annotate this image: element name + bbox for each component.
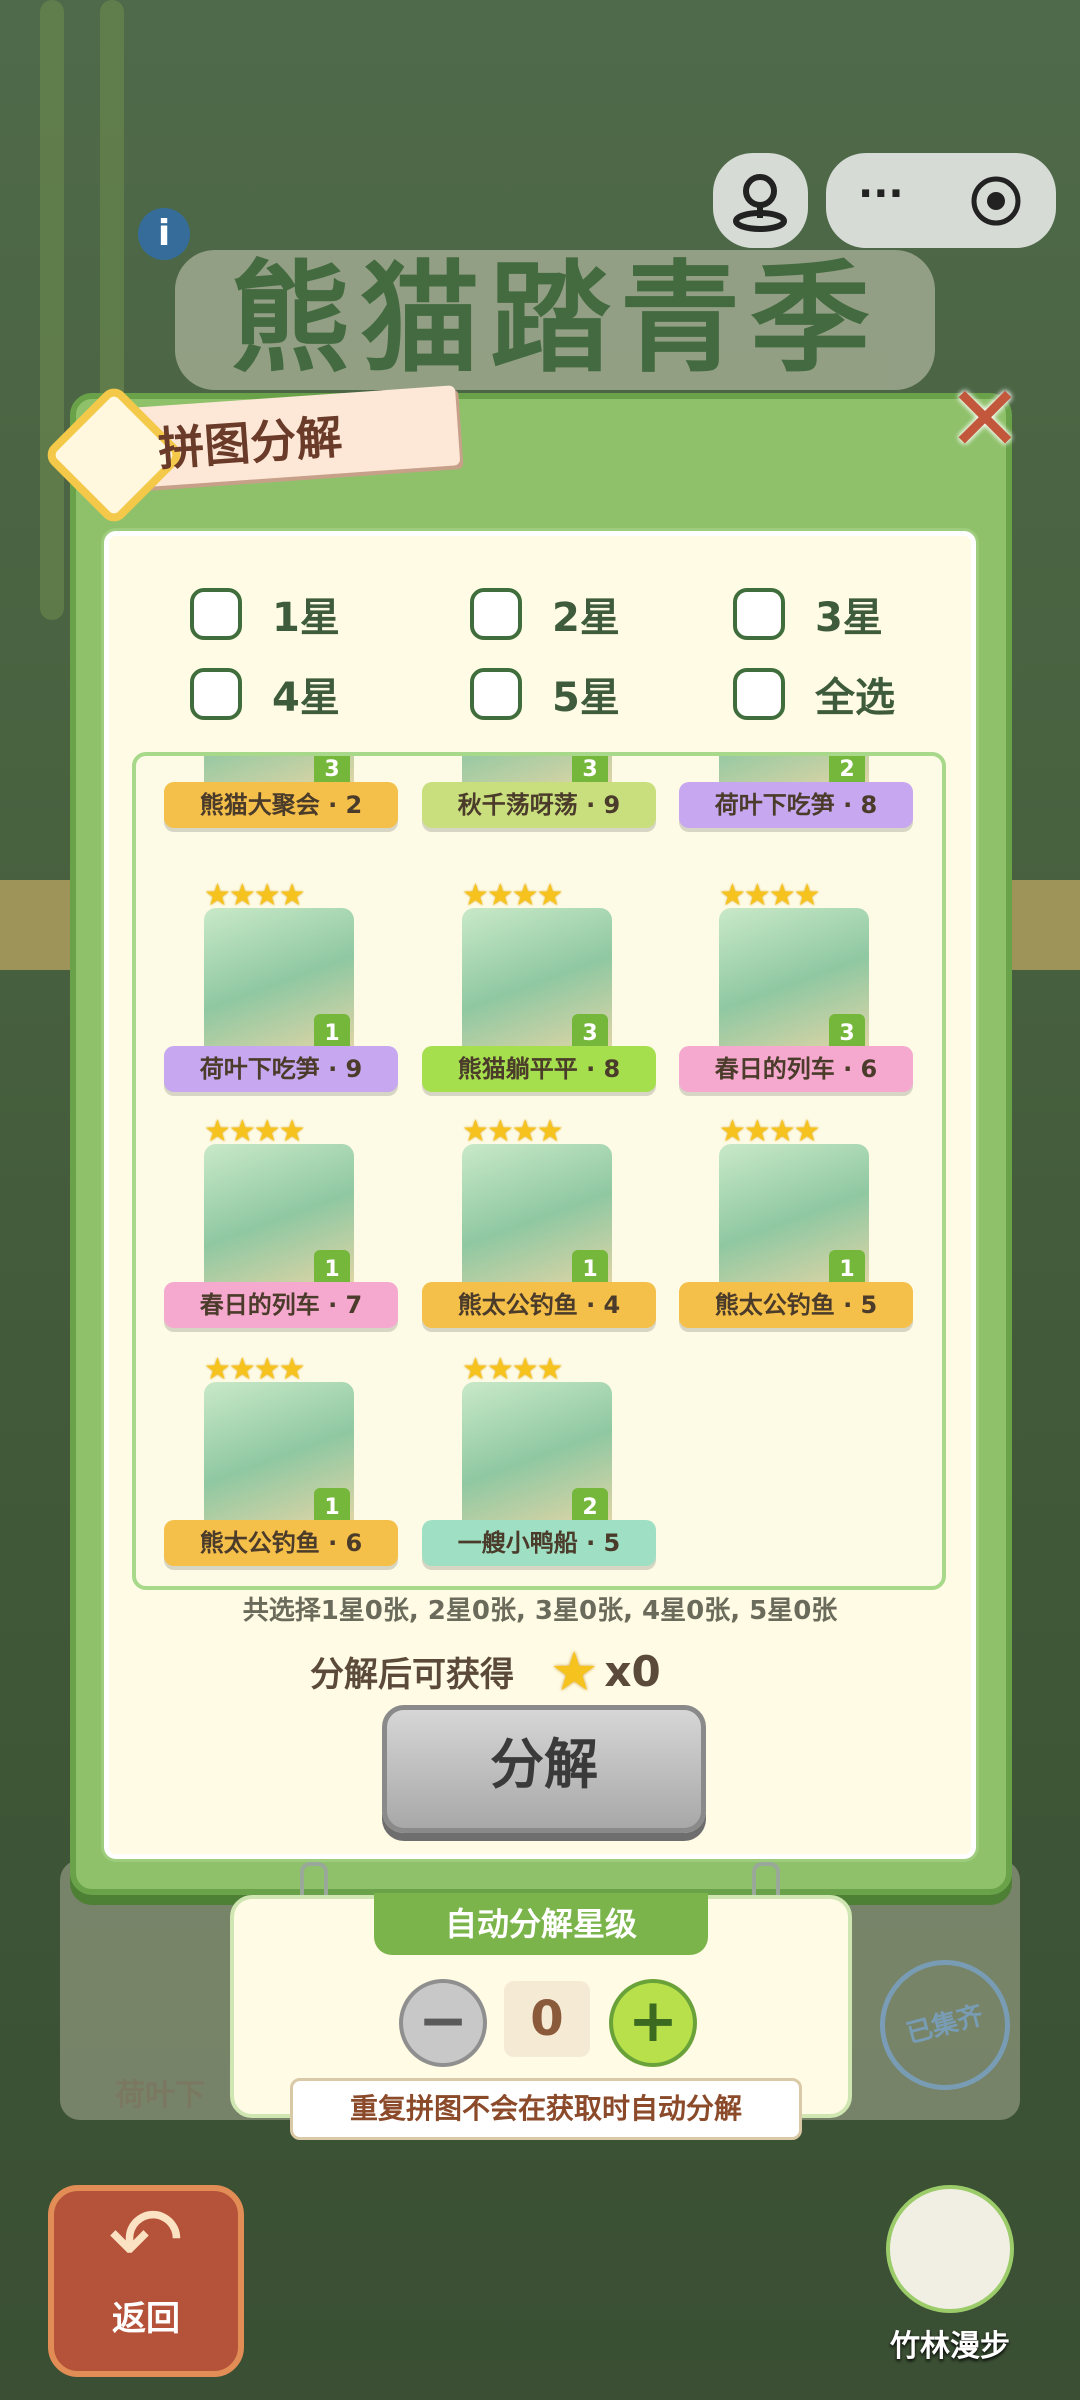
- capsule-menu: ···: [826, 153, 1056, 248]
- checkbox-label: 5星: [552, 675, 620, 721]
- piece-stars: ★★★★: [204, 1114, 306, 1149]
- piece-name: 熊太公钓鱼 · 6: [164, 1520, 398, 1566]
- piece-name: 熊太公钓鱼 · 4: [422, 1282, 656, 1328]
- reward-row: 分解后可获得 ★ x0: [310, 1640, 661, 1703]
- checkbox-label: 3星: [815, 595, 883, 641]
- auto-panel-header: 自动分解星级: [374, 1893, 708, 1955]
- puzzle-piece[interactable]: ★★★★ 1 熊太公钓鱼 · 4: [414, 1114, 664, 1354]
- selection-summary: 共选择1星0张, 2星0张, 3星0张, 4星0张, 5星0张: [242, 1596, 838, 1626]
- piece-name: 一艘小鸭船 · 5: [422, 1520, 656, 1566]
- background-title: 熊猫踏青季: [175, 250, 935, 390]
- puzzle-piece[interactable]: ★★★★ 1 荷叶下吃笋 · 9: [156, 878, 406, 1118]
- puzzle-piece[interactable]: ★★★★ 1 熊太公钓鱼 · 6: [156, 1352, 406, 1586]
- back-arrow-icon: ↶: [108, 2188, 184, 2293]
- auto-level-value: 0: [504, 1981, 590, 2057]
- joystick-icon: [733, 174, 787, 232]
- puzzle-piece[interactable]: 3 熊猫大聚会 · 2: [156, 756, 406, 854]
- auto-decompose-note: 重复拼图不会在获取时自动分解: [290, 2078, 802, 2140]
- avatar-button[interactable]: [713, 153, 808, 248]
- background-strip-left: [0, 880, 70, 970]
- puzzle-piece[interactable]: ★★★★ 3 熊猫躺平平 · 8: [414, 878, 664, 1118]
- background-card-text: 荷叶下: [115, 2078, 205, 2113]
- increase-button[interactable]: +: [609, 1979, 697, 2067]
- piece-name: 熊太公钓鱼 · 5: [679, 1282, 913, 1328]
- filter-select-all[interactable]: 全选: [733, 665, 895, 723]
- piece-name: 熊猫躺平平 · 8: [422, 1046, 656, 1092]
- piece-name: 荷叶下吃笋 · 8: [679, 782, 913, 828]
- filter-4-star[interactable]: 4星: [190, 665, 340, 723]
- piece-name: 荷叶下吃笋 · 9: [164, 1046, 398, 1092]
- back-button[interactable]: ↶ 返回: [48, 2185, 244, 2377]
- checkbox[interactable]: [470, 588, 522, 640]
- piece-stars: ★★★★: [204, 878, 306, 913]
- filter-1-star[interactable]: 1星: [190, 585, 340, 643]
- piece-stars: ★★★★: [462, 1352, 564, 1387]
- checkbox[interactable]: [190, 668, 242, 720]
- checkbox[interactable]: [733, 668, 785, 720]
- reward-count: x0: [604, 1647, 661, 1696]
- puzzle-piece[interactable]: 2 荷叶下吃笋 · 8: [671, 756, 921, 854]
- piece-stars: ★★★★: [462, 1114, 564, 1149]
- close-target-icon[interactable]: [968, 173, 1024, 229]
- bamboo-decoration: [40, 0, 64, 620]
- filter-5-star[interactable]: 5星: [470, 665, 620, 723]
- filter-2-star[interactable]: 2星: [470, 585, 620, 643]
- bamboo-stroll-button[interactable]: 竹林漫步: [865, 2185, 1035, 2365]
- checkbox-label: 全选: [815, 675, 895, 721]
- panda-avatar: [886, 2185, 1014, 2313]
- piece-stars: ★★★★: [719, 878, 821, 913]
- decrease-button[interactable]: −: [399, 1979, 487, 2067]
- piece-name: 春日的列车 · 6: [679, 1046, 913, 1092]
- puzzle-piece[interactable]: 3 秋千荡呀荡 · 9: [414, 756, 664, 854]
- stroll-label: 竹林漫步: [890, 2329, 1010, 2364]
- checkbox-label: 1星: [272, 595, 340, 641]
- checkbox-label: 2星: [552, 595, 620, 641]
- filter-3-star[interactable]: 3星: [733, 585, 883, 643]
- info-icon[interactable]: i: [138, 208, 190, 260]
- background-strip-right: [1000, 880, 1080, 970]
- piece-name: 秋千荡呀荡 · 9: [422, 782, 656, 828]
- piece-stars: ★★★★: [204, 1352, 306, 1387]
- piece-stars: ★★★★: [462, 878, 564, 913]
- puzzle-piece[interactable]: ★★★★ 1 春日的列车 · 7: [156, 1114, 406, 1354]
- reward-label: 分解后可获得: [310, 1655, 514, 1695]
- star-icon: ★: [550, 1640, 599, 1703]
- piece-stars: ★★★★: [719, 1114, 821, 1149]
- checkbox[interactable]: [470, 668, 522, 720]
- more-icon[interactable]: ···: [858, 171, 904, 217]
- piece-name: 熊猫大聚会 · 2: [164, 782, 398, 828]
- back-label: 返回: [112, 2299, 180, 2339]
- puzzle-piece[interactable]: ★★★★ 1 熊太公钓鱼 · 5: [671, 1114, 921, 1354]
- checkbox[interactable]: [190, 588, 242, 640]
- checkbox-label: 4星: [272, 675, 340, 721]
- puzzle-piece[interactable]: ★★★★ 3 春日的列车 · 6: [671, 878, 921, 1118]
- puzzle-piece[interactable]: ★★★★ 2 一艘小鸭船 · 5: [414, 1352, 664, 1586]
- dialog-title-banner: 拼图分解: [41, 379, 461, 528]
- decompose-button[interactable]: 分解: [382, 1705, 706, 1833]
- puzzle-grid: 3 熊猫大聚会 · 2 3 秋千荡呀荡 · 9 2 荷叶下吃笋 · 8 ★★★★…: [132, 752, 946, 1590]
- dialog-title: 拼图分解: [156, 409, 344, 477]
- close-button[interactable]: ✕: [945, 375, 1025, 465]
- checkbox[interactable]: [733, 588, 785, 640]
- piece-name: 春日的列车 · 7: [164, 1282, 398, 1328]
